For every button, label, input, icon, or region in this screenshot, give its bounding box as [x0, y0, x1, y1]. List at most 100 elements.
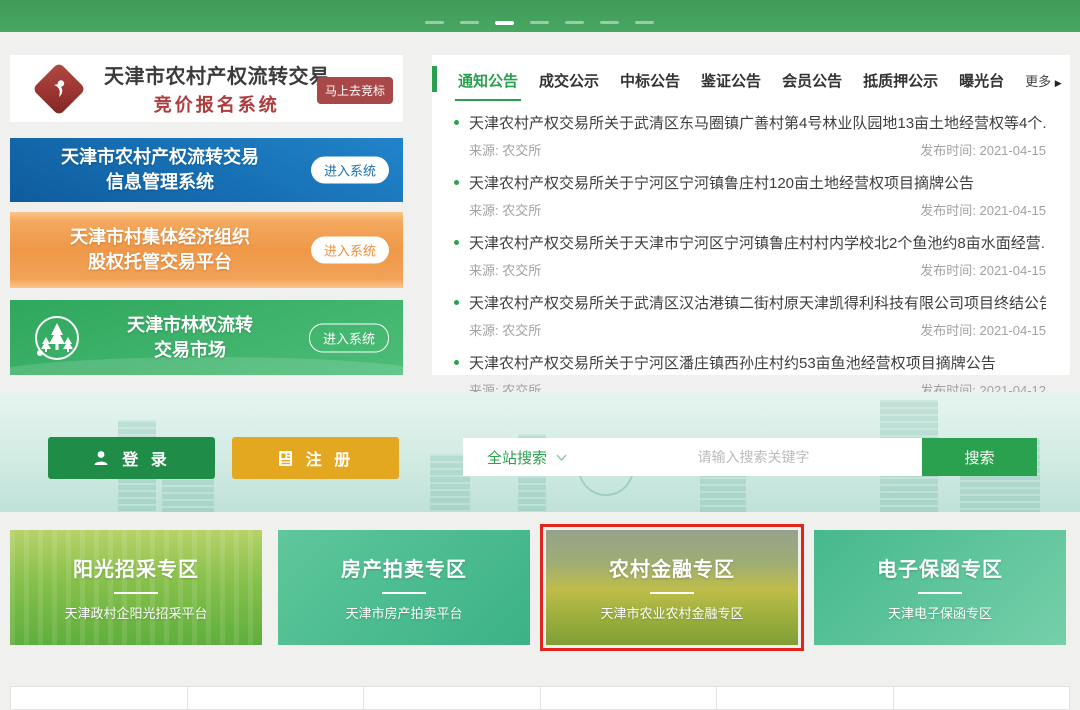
announcement-time: 发布时间: 2021-04-15 [920, 140, 1046, 159]
announcement-item[interactable]: 天津农村产权交易所关于武清区东马圈镇广善村第4号林业队园地13亩土地经营权等4个… [454, 112, 1046, 159]
banner-line: 交易市场 [80, 338, 300, 363]
enter-system-button[interactable]: 进入系统 [311, 157, 389, 184]
footer-link-strip [10, 686, 1070, 710]
tab-notice[interactable]: 通知公告 [458, 70, 518, 91]
announcement-tabs: 通知公告 成交公示 中标公告 鉴证公告 会员公告 抵质押公示 曝光台 更多 ▶ [432, 55, 1070, 102]
login-button[interactable]: 登 录 [48, 437, 215, 479]
zone-card-real-estate-auction[interactable]: 房产拍卖专区 天津市房产拍卖平台 [278, 530, 530, 645]
banner-line: 信息管理系统 [10, 170, 310, 195]
search-scope-select[interactable]: 全站搜索 [463, 447, 585, 468]
chevron-down-icon [556, 454, 567, 461]
bullet-icon [454, 360, 459, 365]
announcement-title-row: 天津农村产权交易所关于宁河区潘庄镇西孙庄村约53亩鱼池经营权项目摘牌公告 [454, 352, 1046, 373]
zone-title: 阳光招采专区 [73, 553, 199, 582]
search-input[interactable] [585, 438, 922, 476]
zone-subtitle: 天津市农业农村金融专区 [600, 603, 743, 622]
enter-system-button[interactable]: 进入系统 [311, 237, 389, 264]
more-button[interactable]: 更多 ▶ [1025, 71, 1062, 90]
carousel-dot-active[interactable] [495, 21, 514, 25]
search-button[interactable]: 搜索 [922, 438, 1037, 476]
announcement-panel: 通知公告 成交公示 中标公告 鉴证公告 会员公告 抵质押公示 曝光台 更多 ▶ … [432, 55, 1070, 375]
bullet-icon [454, 180, 459, 185]
logo-subtitle: 竞价报名系统 [104, 91, 330, 117]
search-scope-label: 全站搜索 [487, 447, 547, 468]
footer-cell[interactable] [717, 686, 894, 710]
zone-title: 农村金融专区 [609, 553, 735, 582]
banner-line: 天津市村集体经济组织 [10, 225, 310, 250]
announcement-item[interactable]: 天津农村产权交易所关于武清区汉沽港镇二街村原天津凯得利科技有限公司项目终结公告 … [454, 292, 1046, 339]
footer-cell[interactable] [188, 686, 365, 710]
zone-subtitle: 天津市房产拍卖平台 [345, 603, 462, 622]
zone-divider [918, 592, 962, 594]
footer-cell[interactable] [364, 686, 541, 710]
announcement-list: 天津农村产权交易所关于武清区东马圈镇广善村第4号林业队园地13亩土地经营权等4个… [432, 102, 1070, 399]
tab-authentication[interactable]: 鉴证公告 [701, 70, 761, 91]
carousel-dot[interactable] [635, 21, 654, 24]
banner-text: 天津市农村产权流转交易 信息管理系统 [10, 145, 310, 195]
banner-text: 天津市林权流转 交易市场 [80, 313, 300, 363]
footer-cell[interactable] [894, 686, 1071, 710]
carousel-dot[interactable] [460, 21, 479, 24]
carousel-dot[interactable] [565, 21, 584, 24]
bullet-icon [454, 240, 459, 245]
info-management-banner[interactable]: 天津市农村产权流转交易 信息管理系统 进入系统 [10, 138, 403, 202]
forest-trees-icon [32, 313, 82, 368]
more-label: 更多 [1025, 74, 1051, 89]
tab-exposure[interactable]: 曝光台 [959, 70, 1004, 91]
zone-card-e-guarantee[interactable]: 电子保函专区 天津电子保函专区 [814, 530, 1066, 645]
zone-divider [114, 592, 158, 594]
equity-trusteeship-banner[interactable]: 天津市村集体经济组织 股权托管交易平台 进入系统 [10, 212, 403, 288]
go-bid-button[interactable]: 马上去竞标 [317, 77, 393, 104]
footer-cell[interactable] [10, 686, 188, 710]
announcement-title: 天津农村产权交易所关于天津市宁河区宁河镇鲁庄村村内学校北2个鱼池约8亩水面经营.… [469, 232, 1046, 253]
zone-card-sunshine-procurement[interactable]: 阳光招采专区 天津政村企阳光招采平台 [10, 530, 262, 645]
footer-cell[interactable] [541, 686, 718, 710]
enter-system-button[interactable]: 进入系统 [309, 323, 389, 352]
bullet-icon [454, 120, 459, 125]
announcement-item[interactable]: 天津农村产权交易所关于宁河区宁河镇鲁庄村120亩土地经营权项目摘牌公告 来源: … [454, 172, 1046, 219]
forest-rights-banner[interactable]: 天津市林权流转 交易市场 进入系统 [10, 300, 403, 375]
zone-title: 房产拍卖专区 [341, 553, 467, 582]
announcement-title: 天津农村产权交易所关于武清区汉沽港镇二街村原天津凯得利科技有限公司项目终结公告 [469, 292, 1046, 313]
tab-pledge[interactable]: 抵质押公示 [863, 70, 938, 91]
announcement-meta: 来源: 农交所发布时间: 2021-04-15 [469, 140, 1046, 159]
user-icon [92, 449, 110, 467]
announcement-item[interactable]: 天津农村产权交易所关于天津市宁河区宁河镇鲁庄村村内学校北2个鱼池约8亩水面经营.… [454, 232, 1046, 279]
tab-deal-publicity[interactable]: 成交公示 [539, 70, 599, 91]
carousel-dot[interactable] [530, 21, 549, 24]
login-label: 登 录 [122, 446, 170, 470]
carousel-dot[interactable] [425, 21, 444, 24]
announcement-meta: 来源: 农交所发布时间: 2021-04-15 [469, 320, 1046, 339]
announcement-meta: 来源: 农交所 发布时间: 2021-04-15 [469, 200, 1046, 219]
announcement-source: 来源: 农交所 [469, 260, 541, 279]
more-arrow-icon: ▶ [1055, 78, 1062, 88]
brand-diamond-icon [32, 62, 86, 116]
tab-winning-bid[interactable]: 中标公告 [620, 70, 680, 91]
logo-text: 天津市农村产权流转交易 竞价报名系统 [104, 60, 330, 117]
announcement-source: 来源: 农交所 [469, 200, 541, 219]
announcement-time: 发布时间: 2021-04-15 [920, 200, 1046, 219]
announcement-time: 发布时间: 2021-04-15 [920, 260, 1046, 279]
zone-divider [382, 592, 426, 594]
announcement-title: 天津农村产权交易所关于武清区东马圈镇广善村第4号林业队园地13亩土地经营权等4个… [469, 112, 1046, 133]
carousel-dot[interactable] [600, 21, 619, 24]
register-button[interactable]: 注 册 [232, 437, 399, 479]
bidding-system-logo-card[interactable]: 天津市农村产权流转交易 竞价报名系统 马上去竞标 [10, 55, 403, 122]
announcement-title: 天津农村产权交易所关于宁河区宁河镇鲁庄村120亩土地经营权项目摘牌公告 [469, 172, 974, 193]
top-carousel-bar [0, 0, 1080, 32]
zone-divider [650, 592, 694, 594]
bullet-icon [454, 300, 459, 305]
register-label: 注 册 [306, 446, 354, 470]
banner-line: 股权托管交易平台 [10, 250, 310, 275]
zone-card-rural-finance[interactable]: 农村金融专区 天津市农业农村金融专区 [546, 530, 798, 645]
zone-subtitle: 天津电子保函专区 [888, 603, 992, 622]
id-card-icon [277, 450, 294, 467]
banner-line: 天津市林权流转 [80, 313, 300, 338]
banner-text: 天津市村集体经济组织 股权托管交易平台 [10, 225, 310, 275]
announcement-title-row: 天津农村产权交易所关于武清区汉沽港镇二街村原天津凯得利科技有限公司项目终结公告 [454, 292, 1046, 313]
announcement-source: 来源: 农交所 [469, 320, 541, 339]
announcement-title-row: 天津农村产权交易所关于天津市宁河区宁河镇鲁庄村村内学校北2个鱼池约8亩水面经营.… [454, 232, 1046, 253]
tab-member[interactable]: 会员公告 [782, 70, 842, 91]
announcement-title-row: 天津农村产权交易所关于宁河区宁河镇鲁庄村120亩土地经营权项目摘牌公告 [454, 172, 1046, 193]
site-search-bar: 全站搜索 搜索 [463, 438, 1037, 476]
